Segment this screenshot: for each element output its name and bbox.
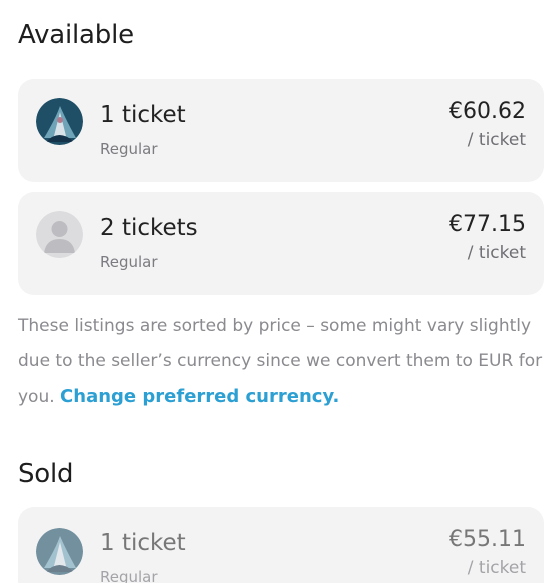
user-avatar-photo [36,528,83,575]
ticket-price: €60.62 [449,99,526,124]
price-unit: / ticket [467,558,526,578]
ticket-quantity: 2 tickets [100,215,198,241]
price-unit: / ticket [467,243,526,263]
ticket-quantity: 1 ticket [100,102,186,128]
ticket-listings-page: Available 1 ticket Regular €60.62 / tick… [0,0,550,583]
sold-listing-card: 1 ticket Regular €55.11 / ticket [18,507,544,583]
ticket-type: Regular [100,253,158,271]
currency-note: These listings are sorted by price – som… [18,309,546,415]
change-currency-link[interactable]: Change preferred currency. [60,386,339,407]
sold-section-title: Sold [18,459,74,489]
ticket-price: €77.15 [449,212,526,237]
available-section-title: Available [18,20,134,50]
ticket-price: €55.11 [449,527,526,552]
ticket-quantity: 1 ticket [100,530,186,556]
default-user-avatar-icon [36,211,83,258]
ticket-type: Regular [100,568,158,583]
user-avatar-photo [36,98,83,145]
listing-card[interactable]: 2 tickets Regular €77.15 / ticket [18,192,544,295]
ticket-type: Regular [100,140,158,158]
price-unit: / ticket [467,130,526,150]
listing-card[interactable]: 1 ticket Regular €60.62 / ticket [18,79,544,182]
